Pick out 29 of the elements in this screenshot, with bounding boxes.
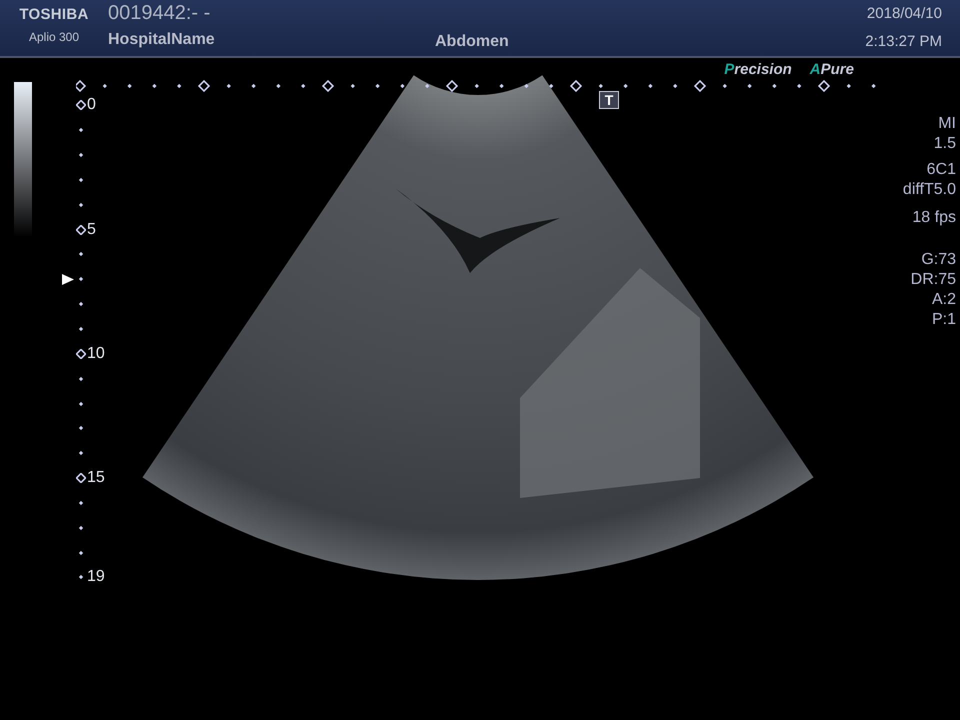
time: 2:13:27 PM <box>865 33 942 50</box>
brand-logo: TOSHIBA <box>19 6 89 23</box>
parameter-value: 18 fps <box>912 208 956 228</box>
image-mode-label: APure <box>810 61 854 80</box>
parameter-value: MI <box>938 114 956 134</box>
parameter-value: A:2 <box>932 290 956 310</box>
depth-label: 10 <box>87 344 105 363</box>
depth-label: 5 <box>87 220 96 239</box>
model-name: Aplio 300 <box>28 30 80 44</box>
parameter-value: DR:75 <box>910 270 956 290</box>
date: 2018/04/10 <box>866 5 942 22</box>
focus-marker-icon <box>62 274 74 285</box>
depth-tick-icon <box>76 348 86 359</box>
parameter-value: 1.5 <box>934 134 956 154</box>
depth-label: 15 <box>87 469 105 488</box>
parameter-value: G:73 <box>921 250 956 270</box>
image-mode-label: Precision <box>724 61 792 80</box>
parameter-value: 6C1 <box>926 160 956 180</box>
depth-tick-icon <box>76 224 86 235</box>
depth-label: 19 <box>87 568 105 586</box>
parameter-value: P:1 <box>932 310 956 330</box>
patient-id: 0019442:- - <box>108 2 212 25</box>
parameter-value: diffT5.0 <box>902 180 956 200</box>
exam-type: Abdomen <box>435 33 509 51</box>
depth-tick-icon <box>76 473 86 484</box>
depth-label: 0 <box>87 96 96 114</box>
depth-tick-icon <box>76 100 86 110</box>
transducer-marker: T <box>599 91 619 109</box>
hospital-name: HospitalName <box>108 31 216 49</box>
